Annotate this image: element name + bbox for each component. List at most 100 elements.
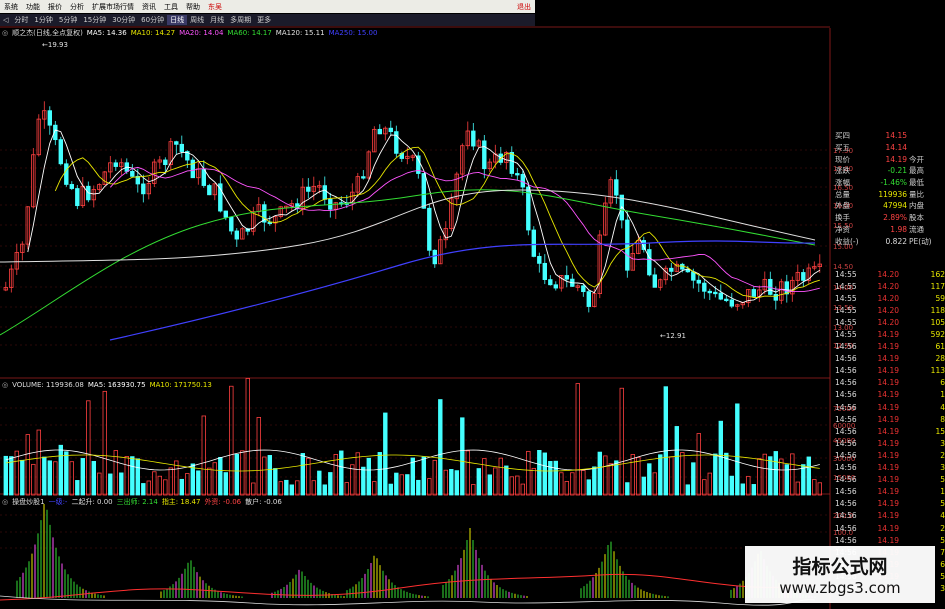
- volume-bar: [113, 450, 118, 496]
- tick-time: 14:56: [835, 463, 857, 473]
- volume-bar: [647, 463, 652, 496]
- volume-bar: [80, 458, 85, 496]
- candle-body: [64, 163, 69, 185]
- quote-key: 总量: [835, 189, 850, 199]
- volume-bar: [471, 484, 476, 496]
- quote-key: 收益(-): [835, 236, 859, 246]
- quote-panel: 买四 14.15 买五 14.14 现价 14.19 今开 涨跌 -0.21 最高 涨幅 -1.46%…: [835, 130, 945, 247]
- tick-price: 14.19: [877, 390, 899, 400]
- period-tab[interactable]: 月线: [207, 15, 227, 25]
- period-tab[interactable]: 更多: [254, 15, 274, 25]
- period-tab[interactable]: 30分钟: [109, 15, 138, 25]
- period-tab[interactable]: 60分钟: [138, 15, 167, 25]
- volume-bar: [784, 464, 789, 496]
- period-tab[interactable]: 日线: [167, 15, 188, 25]
- quote-key-secondary: 流通: [909, 224, 924, 234]
- menu-item[interactable]: 扩展市场行情: [88, 2, 138, 12]
- volume-bar: [702, 479, 707, 496]
- tick-row: 14:56 14.19 61: [835, 341, 945, 353]
- period-collapse-icon[interactable]: ◁: [0, 16, 11, 24]
- volume-bar: [454, 470, 459, 496]
- tick-time: 14:56: [835, 450, 857, 460]
- volume-bar: [509, 476, 514, 496]
- tick-row: 14:56 14.19 2: [835, 522, 945, 534]
- volume-bar: [20, 459, 25, 496]
- volume-bar: [559, 472, 564, 496]
- watermark: 指标公式网 www.zbgs3.com: [745, 546, 935, 603]
- tick-row: 14:56 14.19 6: [835, 377, 945, 389]
- period-tab[interactable]: 分时: [11, 15, 31, 25]
- chart-settings-icon[interactable]: ◎: [2, 29, 8, 37]
- candle-body: [179, 143, 184, 152]
- menu-item[interactable]: 报价: [44, 2, 66, 12]
- period-tab[interactable]: 多周期: [227, 15, 254, 25]
- indicator-title: 操盘炒股1: [12, 498, 45, 506]
- volume-bar: [251, 482, 256, 496]
- tick-volume: 61: [935, 342, 945, 352]
- tick-price: 14.19: [877, 426, 899, 436]
- tick-row: 14:56 14.19 28: [835, 353, 945, 365]
- tick-price: 14.19: [877, 450, 899, 460]
- volume-bar: [146, 480, 151, 496]
- tick-row: 14:56 14.19 4: [835, 510, 945, 522]
- exit-menu-item[interactable]: 退出: [517, 2, 535, 12]
- volume-bar: [229, 385, 234, 496]
- volume-bar: [278, 481, 283, 496]
- volume-bar: [130, 456, 135, 496]
- volume-bar: [812, 479, 817, 496]
- period-tab[interactable]: 周线: [187, 15, 207, 25]
- moving-average-line: [54, 146, 820, 298]
- volume-bar: [262, 456, 267, 496]
- candle-body: [751, 289, 756, 297]
- volume-bar: [135, 458, 140, 496]
- volume-bar: [443, 469, 448, 496]
- volume-bar: [141, 483, 146, 496]
- volume-bar: [240, 450, 245, 496]
- volume-settings-icon[interactable]: ◎: [2, 381, 8, 389]
- candle-body: [509, 151, 514, 174]
- tick-row: 14:55 14.20 117: [835, 280, 945, 292]
- tick-time: 14:56: [835, 487, 857, 497]
- candle-body: [707, 290, 712, 294]
- menu-item[interactable]: 东吴: [204, 2, 226, 12]
- volume-bar: [680, 452, 685, 496]
- period-low-label: ←12.91: [660, 332, 686, 340]
- period-tab[interactable]: 1分钟: [31, 15, 55, 25]
- menu-item[interactable]: 帮助: [182, 2, 204, 12]
- indicator-settings-icon[interactable]: ◎: [2, 498, 8, 506]
- period-tab[interactable]: 15分钟: [80, 15, 109, 25]
- volume-bar: [504, 465, 509, 496]
- menu-item[interactable]: 分析: [66, 2, 88, 12]
- volume-bar: [377, 452, 382, 496]
- volume-bar: [179, 478, 184, 496]
- volume-bar: [366, 457, 371, 496]
- tick-price: 14.20: [877, 281, 899, 291]
- volume-bar: [234, 453, 239, 496]
- ma250-line: [109, 240, 816, 341]
- tick-volume: 28: [935, 354, 945, 364]
- quote-key-secondary: 量比: [909, 189, 924, 199]
- volume-bar: [295, 480, 300, 496]
- indicator-value-label: MA10: 14.27: [130, 29, 176, 37]
- candle-body: [163, 159, 168, 165]
- candle-body: [564, 275, 569, 280]
- tick-price: 14.19: [877, 378, 899, 388]
- candle-body: [322, 185, 327, 200]
- period-tab[interactable]: 5分钟: [56, 15, 80, 25]
- menu-item[interactable]: 功能: [22, 2, 44, 12]
- tick-volume: 162: [930, 269, 945, 279]
- volume-bar: [69, 461, 74, 496]
- tick-row: 14:56 14.19 1: [835, 486, 945, 498]
- menu-item[interactable]: 系统: [0, 2, 22, 12]
- tick-price: 14.19: [877, 475, 899, 485]
- quote-value: 2.89%: [883, 213, 907, 223]
- volume-bar: [322, 484, 327, 496]
- kline-chart-canvas[interactable]: 17.5017.0016.5016.0015.5015.0014.5014.00…: [0, 0, 945, 609]
- menu-item[interactable]: 资讯: [138, 2, 160, 12]
- volume-bar: [3, 455, 8, 496]
- period-high-label: ←19.93: [42, 41, 68, 49]
- menu-item[interactable]: 工具: [160, 2, 182, 12]
- main-chart-header: ◎ 顺之杰(日线,全点复权) MA5: 14.36 MA10: 14.27 MA20…: [2, 28, 377, 38]
- indicator-value-label: 三出师: 2.14: [116, 498, 158, 506]
- volume-bar: [729, 475, 734, 496]
